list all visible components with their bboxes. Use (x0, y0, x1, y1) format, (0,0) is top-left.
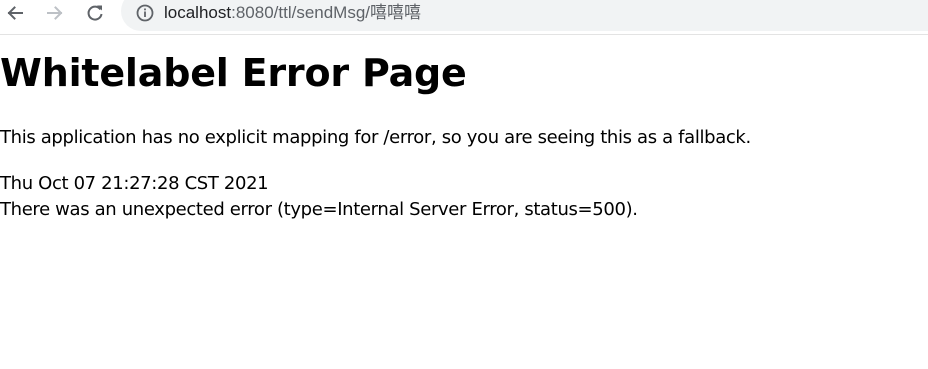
error-timestamp: Thu Oct 07 21:27:28 CST 2021 (0, 173, 269, 194)
back-button[interactable] (3, 1, 27, 25)
forward-arrow-icon (47, 6, 63, 20)
url-path: :8080/ttl/sendMsg/嘻嘻嘻 (231, 3, 422, 22)
forward-button[interactable] (43, 1, 67, 25)
url-host: localhost (164, 3, 232, 22)
url-text[interactable]: localhost:8080/ttl/sendMsg/嘻嘻嘻 (164, 2, 421, 24)
page-title: Whitelabel Error Page (0, 51, 467, 95)
browser-toolbar: localhost:8080/ttl/sendMsg/嘻嘻嘻 (0, 0, 928, 35)
reload-icon (87, 5, 103, 21)
back-arrow-icon (7, 6, 23, 20)
info-icon[interactable] (135, 3, 155, 23)
error-detail: There was an unexpected error (type=Inte… (0, 199, 638, 220)
error-message: This application has no explicit mapping… (0, 127, 751, 148)
reload-button[interactable] (83, 1, 107, 25)
